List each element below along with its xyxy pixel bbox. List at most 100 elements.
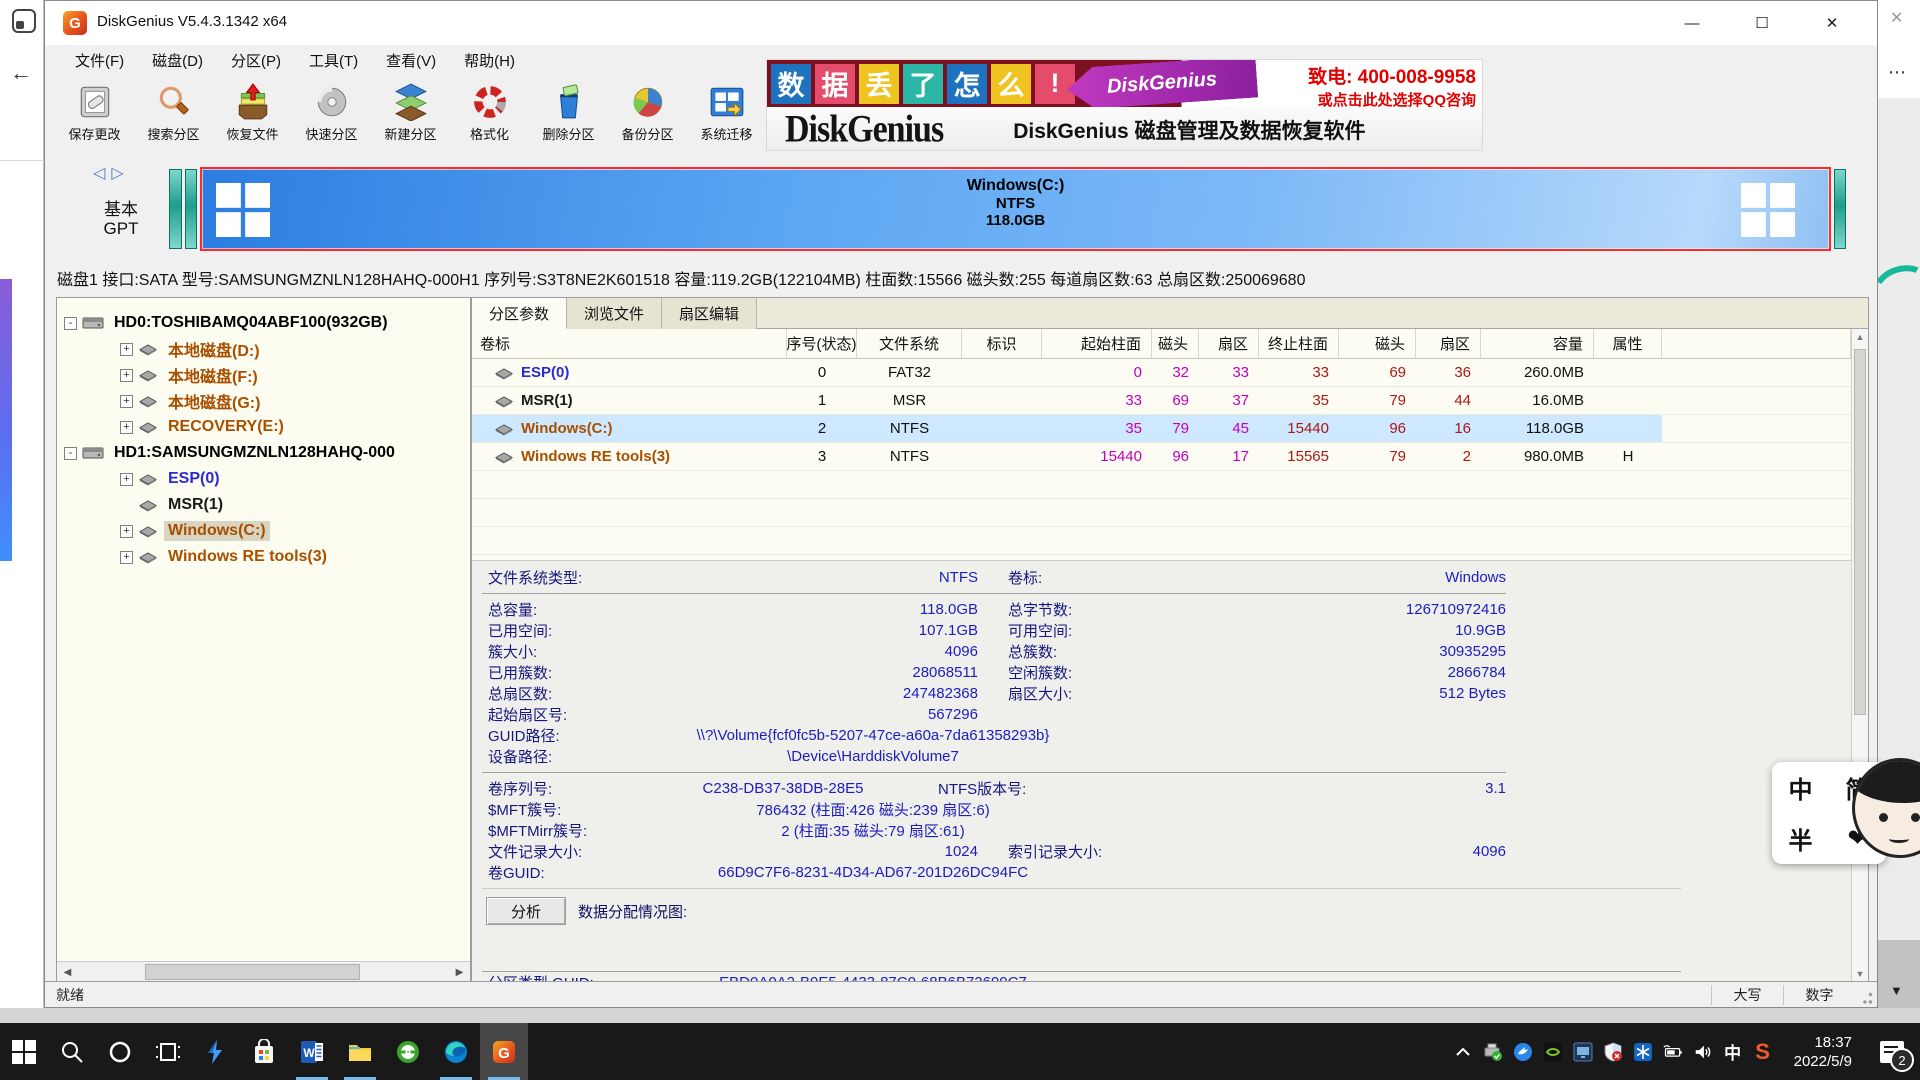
background-close-icon[interactable]: ✕ (1890, 8, 1903, 28)
expand-icon[interactable]: + (120, 525, 133, 538)
taskbar-taskbar-search-button[interactable] (48, 1023, 96, 1080)
tray-battery-button[interactable] (1658, 1023, 1688, 1080)
column-header-1[interactable]: 序号(状态) (787, 329, 857, 358)
tray-sogou-button[interactable]: S (1748, 1023, 1778, 1080)
toolbar-system-migration-button[interactable]: 系统迁移 (687, 75, 766, 151)
toolbar-save-changes-button[interactable]: 保存更改 (55, 75, 134, 151)
tree-item-recovery-e-[interactable]: +RECOVERY(E:) (57, 414, 470, 440)
table-row[interactable]: Windows RE tools(3)3NTFS1544096171556579… (472, 443, 1851, 471)
column-header-2[interactable]: 文件系统 (857, 329, 962, 358)
menu-item-1[interactable]: 磁盘(D) (138, 46, 217, 75)
column-header-3[interactable]: 标识 (962, 329, 1042, 358)
taskbar-green-browser-button[interactable]: e (384, 1023, 432, 1080)
expand-icon[interactable]: + (120, 551, 133, 564)
tray-printer-button[interactable] (1478, 1023, 1508, 1080)
toolbar-backup-partition-button[interactable]: 备份分区 (608, 75, 687, 151)
column-header-8[interactable]: 磁头 (1339, 329, 1416, 358)
taskbar-task-view-button[interactable] (144, 1023, 192, 1080)
menu-item-2[interactable]: 分区(P) (217, 46, 295, 75)
toolbar-search-partition-button[interactable]: 搜索分区 (134, 75, 213, 151)
tray-snowflake-button[interactable] (1628, 1023, 1658, 1080)
msr-partition-segment[interactable] (185, 169, 197, 249)
tray-bird-app-button[interactable] (1508, 1023, 1538, 1080)
tree-item--d-[interactable]: +本地磁盘(D:) (57, 336, 470, 362)
menu-item-0[interactable]: 文件(F) (61, 46, 138, 75)
expand-icon[interactable]: + (120, 395, 133, 408)
expand-icon[interactable]: + (120, 473, 133, 486)
ad-banner[interactable]: 数据丢了怎么! DiskGenius 致电: 400-008-9958 或点击此… (766, 59, 1483, 151)
tray-nvidia-button[interactable] (1538, 1023, 1568, 1080)
tray-intel-graphics-button[interactable] (1568, 1023, 1598, 1080)
partition-nav-arrows[interactable]: ◁▷ (93, 163, 130, 183)
column-header-11[interactable]: 属性 (1594, 329, 1662, 358)
tree-horizontal-scrollbar[interactable]: ◀ ▶ (57, 961, 470, 982)
column-header-0[interactable]: 卷标 (472, 329, 787, 358)
expand-icon[interactable]: + (120, 369, 133, 382)
close-button[interactable]: ✕ (1797, 1, 1867, 45)
taskbar-store-button[interactable] (240, 1023, 288, 1080)
tree-item-msr-1-[interactable]: MSR(1) (57, 492, 470, 518)
scroll-down-icon[interactable]: ▼ (1852, 966, 1868, 982)
details-vertical-scrollbar[interactable]: ▲ ▼ (1851, 329, 1868, 982)
scroll-left-icon[interactable]: ◀ (57, 962, 78, 982)
tree-item-hd0-toshibamq04abf100-932gb-[interactable]: -HD0:TOSHIBAMQ04ABF100(932GB) (57, 310, 470, 336)
tree-item-windows-re-tools-3-[interactable]: +Windows RE tools(3) (57, 544, 470, 570)
taskbar-cortana-button[interactable] (96, 1023, 144, 1080)
minimize-button[interactable]: — (1657, 1, 1727, 45)
column-header-7[interactable]: 终止柱面 (1259, 329, 1339, 358)
taskbar-word-button[interactable]: W (288, 1023, 336, 1080)
column-header-6[interactable]: 扇区 (1199, 329, 1259, 358)
expand-icon[interactable]: + (120, 343, 133, 356)
action-center-button[interactable]: 2 (1864, 1023, 1920, 1080)
taskbar-clock[interactable]: 18:37 2022/5/9 (1778, 1033, 1864, 1071)
toolbar-delete-partition-button[interactable]: 删除分区 (529, 75, 608, 151)
scroll-up-icon[interactable]: ▲ (1852, 329, 1868, 345)
tree-item--f-[interactable]: +本地磁盘(F:) (57, 362, 470, 388)
table-row[interactable]: ESP(0)0FAT3203233336936260.0MB (472, 359, 1851, 387)
toolbar-recover-files-button[interactable]: 恢复文件 (213, 75, 292, 151)
tray-tray-chevron-button[interactable] (1448, 1023, 1478, 1080)
more-options-icon[interactable]: ⋯ (1888, 62, 1907, 83)
taskbar-file-explorer-button[interactable] (336, 1023, 384, 1080)
taskbar-edge-button[interactable] (432, 1023, 480, 1080)
collapse-icon[interactable]: - (64, 447, 77, 460)
tree-item-hd1-samsungmznln128hahq-000[interactable]: -HD1:SAMSUNGMZNLN128HAHQ-000 (57, 440, 470, 466)
maximize-button[interactable]: ☐ (1727, 1, 1797, 45)
tab-2[interactable]: 扇区编辑 (662, 298, 757, 329)
menu-item-5[interactable]: 帮助(H) (450, 46, 529, 75)
column-header-5[interactable]: 磁头 (1152, 329, 1199, 358)
windows-c-partition-segment[interactable]: Windows(C:) NTFS 118.0GB (200, 167, 1831, 251)
tree-item--g-[interactable]: +本地磁盘(G:) (57, 388, 470, 414)
tree-item-windows-c-[interactable]: +Windows(C:) (57, 518, 470, 544)
esp-partition-segment[interactable] (169, 169, 182, 249)
analyze-button[interactable]: 分析 (486, 897, 566, 925)
tab-1[interactable]: 浏览文件 (567, 298, 662, 329)
toolbar-new-partition-button[interactable]: 新建分区 (371, 75, 450, 151)
titlebar[interactable]: G DiskGenius V5.4.3.1342 x64 — ☐ ✕ (45, 1, 1877, 45)
tray-ime-lang-button[interactable]: 中 (1718, 1023, 1748, 1080)
re-tools-partition-segment[interactable] (1834, 169, 1846, 249)
table-row[interactable]: MSR(1)1MSR33693735794416.0MB (472, 387, 1851, 415)
menu-item-4[interactable]: 查看(V) (372, 46, 450, 75)
column-header-9[interactable]: 扇区 (1416, 329, 1481, 358)
table-row[interactable]: Windows(C:)2NTFS357945154409616118.0GB (472, 415, 1851, 443)
scrollbar-thumb[interactable] (145, 964, 360, 980)
taskbar-lightning-app-button[interactable] (192, 1023, 240, 1080)
tab-0[interactable]: 分区参数 (472, 298, 567, 329)
tray-defender-button[interactable] (1598, 1023, 1628, 1080)
back-arrow-icon[interactable]: ← (10, 60, 32, 86)
taskbar-diskgenius-button[interactable]: G (480, 1023, 528, 1080)
collapse-icon[interactable]: - (64, 317, 77, 330)
scrollbar-thumb[interactable] (1854, 349, 1866, 715)
tree-item-esp-0-[interactable]: +ESP(0) (57, 466, 470, 492)
menu-item-3[interactable]: 工具(T) (295, 46, 372, 75)
scroll-right-icon[interactable]: ▶ (449, 962, 470, 982)
dropdown-arrow-icon[interactable]: ▼ (1890, 983, 1903, 998)
tray-volume-button[interactable] (1688, 1023, 1718, 1080)
column-header-4[interactable]: 起始柱面 (1042, 329, 1152, 358)
column-header-10[interactable]: 容量 (1481, 329, 1594, 358)
resize-grip[interactable] (1855, 982, 1877, 1007)
taskbar-start-button[interactable] (0, 1023, 48, 1080)
toolbar-quick-partition-button[interactable]: 快速分区 (292, 75, 371, 151)
expand-icon[interactable]: + (120, 421, 133, 434)
